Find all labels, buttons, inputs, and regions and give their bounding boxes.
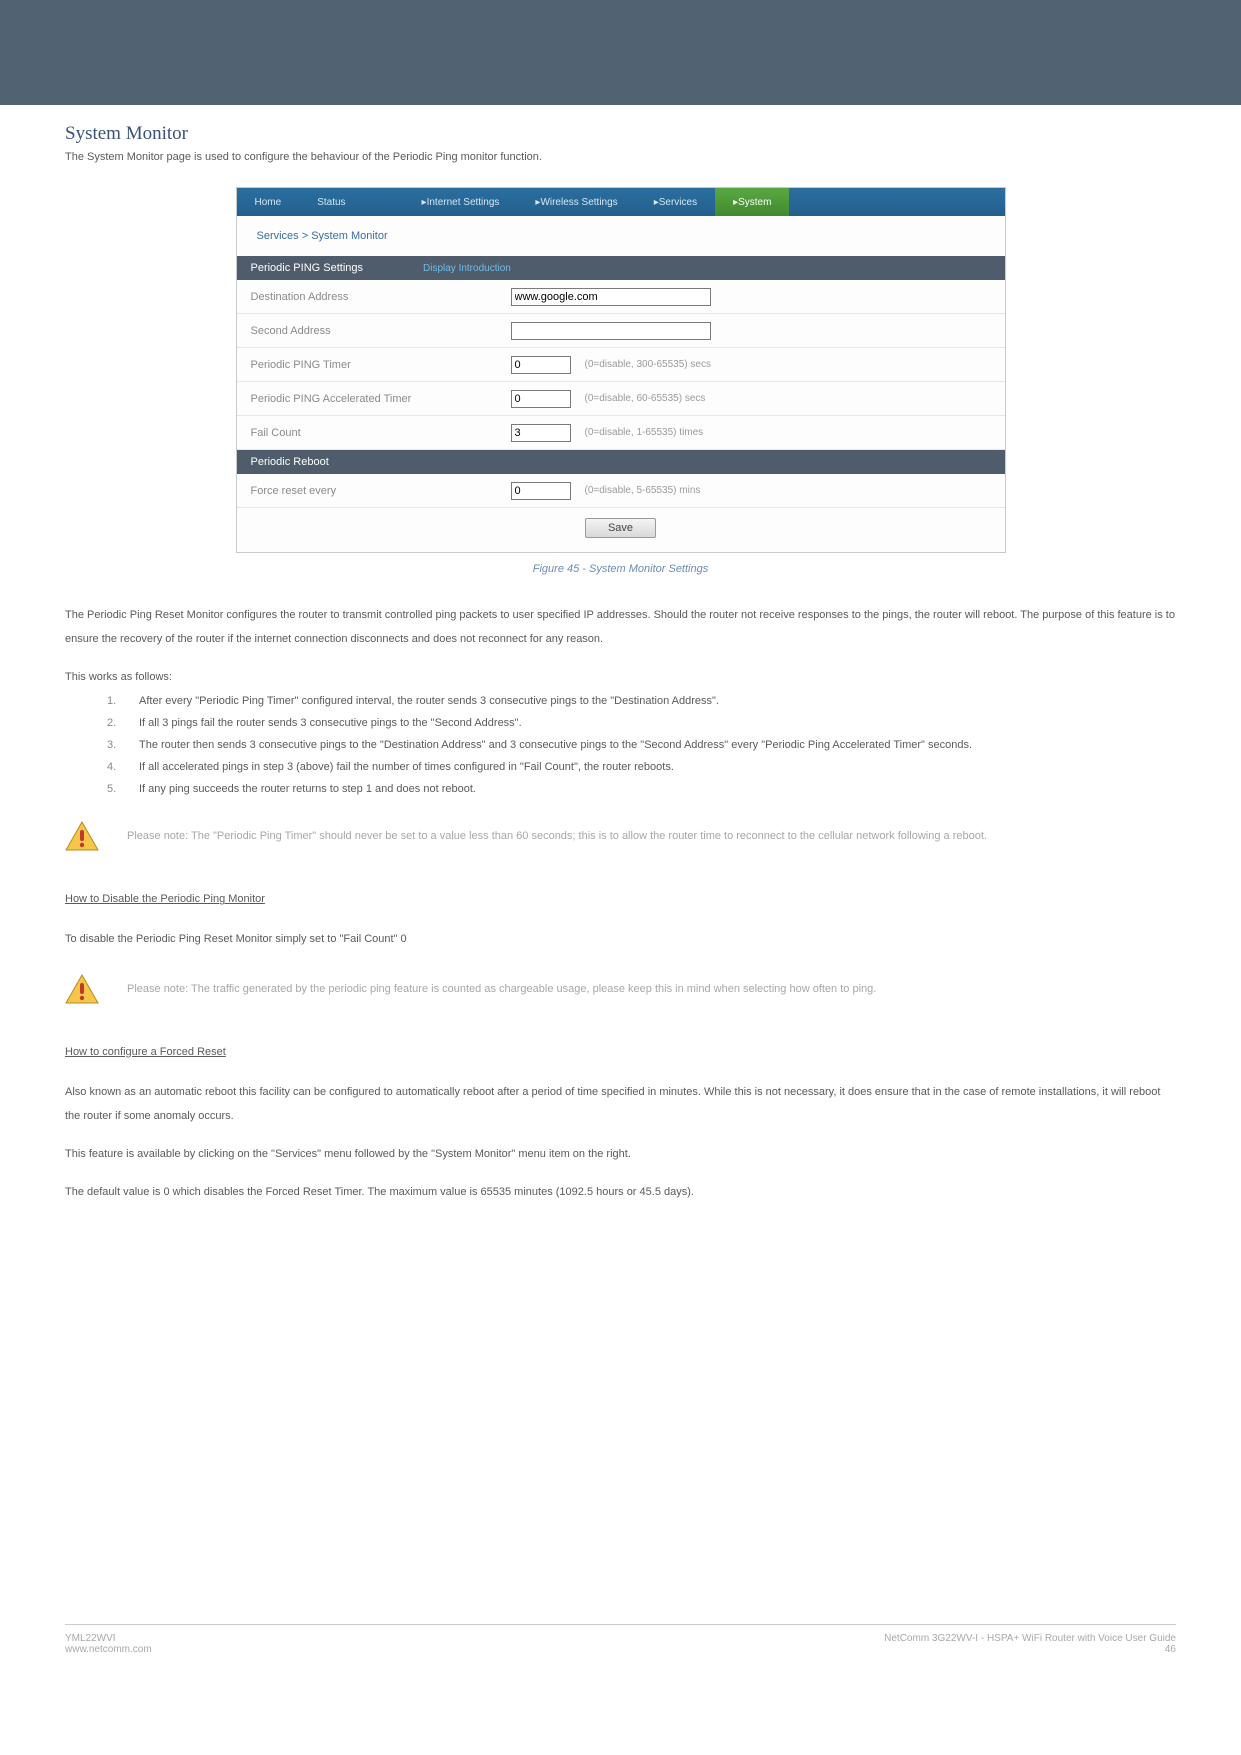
tab-internet-label: Internet Settings: [427, 197, 500, 208]
list-item: 2.If all 3 pings fail the router sends 3…: [107, 717, 1176, 729]
footer-page-number: 46: [884, 1644, 1176, 1655]
list-item: 5.If any ping succeeds the router return…: [107, 783, 1176, 795]
router-ui-screenshot: Home Status ▸ Internet Settings ▸ Wirele…: [236, 187, 1006, 553]
reboot-title: Periodic Reboot: [251, 456, 329, 468]
heading-disable: How to Disable the Periodic Ping Monitor: [65, 893, 265, 905]
fail-hint: (0=disable, 1-65535) times: [585, 427, 704, 438]
reboot-header: Periodic Reboot: [237, 450, 1005, 474]
tab-status[interactable]: Status: [299, 188, 363, 216]
para-3: To disable the Periodic Ping Reset Monit…: [65, 927, 1176, 951]
fail-input[interactable]: [511, 424, 571, 442]
tab-services[interactable]: ▸ Services: [636, 188, 715, 216]
acc-hint: (0=disable, 60-65535) secs: [585, 393, 706, 404]
note-2: Please note: The traffic generated by th…: [65, 974, 1176, 1004]
top-banner: [0, 0, 1241, 105]
row-fail: Fail Count (0=disable, 1-65535) times: [237, 416, 1005, 450]
destination-label: Destination Address: [251, 291, 511, 303]
note-2-text: Please note: The traffic generated by th…: [127, 983, 876, 995]
tab-wireless-label: Wireless Settings: [540, 197, 617, 208]
second-input[interactable]: [511, 322, 711, 340]
para-4: Also known as an automatic reboot this f…: [65, 1080, 1176, 1128]
heading-forced-reset: How to configure a Forced Reset: [65, 1046, 226, 1058]
row-acc: Periodic PING Accelerated Timer (0=disab…: [237, 382, 1005, 416]
ping-settings-header: Periodic PING Settings Display Introduct…: [237, 256, 1005, 280]
page-content: System Monitor The System Monitor page i…: [0, 105, 1241, 1685]
warning-icon: [65, 821, 99, 851]
display-intro-link[interactable]: Display Introduction: [423, 263, 511, 274]
figure-caption: Figure 45 - System Monitor Settings: [65, 563, 1176, 575]
second-label: Second Address: [251, 325, 511, 337]
list-item: 4.If all accelerated pings in step 3 (ab…: [107, 761, 1176, 773]
para-1: The Periodic Ping Reset Monitor configur…: [65, 603, 1176, 651]
tab-internet[interactable]: ▸ Internet Settings: [404, 188, 518, 216]
tab-wireless[interactable]: ▸ Wireless Settings: [517, 188, 635, 216]
acc-input[interactable]: [511, 390, 571, 408]
page-footer: YML22WVI www.netcomm.com NetComm 3G22WV-…: [65, 1624, 1176, 1655]
breadcrumb: Services > System Monitor: [237, 216, 1005, 256]
para-6: The default value is 0 which disables th…: [65, 1180, 1176, 1204]
note-1-text: Please note: The "Periodic Ping Timer" s…: [127, 830, 987, 842]
reboot-input[interactable]: [511, 482, 571, 500]
reboot-hint: (0=disable, 5-65535) mins: [585, 485, 701, 496]
ping-settings-title: Periodic PING Settings: [251, 262, 364, 274]
list-item: 1.After every "Periodic Ping Timer" conf…: [107, 695, 1176, 707]
save-button[interactable]: Save: [585, 518, 656, 538]
fail-label: Fail Count: [251, 427, 511, 439]
acc-label: Periodic PING Accelerated Timer: [251, 393, 511, 405]
tab-system[interactable]: ▸ System: [715, 188, 789, 216]
row-timer: Periodic PING Timer (0=disable, 300-6553…: [237, 348, 1005, 382]
para-2: This works as follows:: [65, 671, 1176, 683]
footer-doc-title: NetComm 3G22WV-I - HSPA+ WiFi Router wit…: [884, 1633, 1176, 1644]
intro-text: The System Monitor page is used to confi…: [65, 151, 1176, 163]
timer-hint: (0=disable, 300-65535) secs: [585, 359, 711, 370]
tab-system-label: System: [738, 197, 771, 208]
row-reboot: Force reset every (0=disable, 5-65535) m…: [237, 474, 1005, 508]
footer-model: YML22WVI: [65, 1633, 152, 1644]
warning-icon: [65, 974, 99, 1004]
steps-list: 1.After every "Periodic Ping Timer" conf…: [107, 695, 1176, 795]
reboot-label: Force reset every: [251, 485, 511, 497]
row-destination: Destination Address: [237, 280, 1005, 314]
timer-input[interactable]: [511, 356, 571, 374]
timer-label: Periodic PING Timer: [251, 359, 511, 371]
router-nav: Home Status ▸ Internet Settings ▸ Wirele…: [237, 188, 1005, 216]
page-title: System Monitor: [65, 123, 1176, 145]
note-1: Please note: The "Periodic Ping Timer" s…: [65, 821, 1176, 851]
tab-services-label: Services: [659, 197, 697, 208]
destination-input[interactable]: [511, 288, 711, 306]
para-5: This feature is available by clicking on…: [65, 1142, 1176, 1166]
footer-url: www.netcomm.com: [65, 1644, 152, 1655]
list-item: 3.The router then sends 3 consecutive pi…: [107, 739, 1176, 751]
tab-home[interactable]: Home: [237, 188, 300, 216]
row-second: Second Address: [237, 314, 1005, 348]
